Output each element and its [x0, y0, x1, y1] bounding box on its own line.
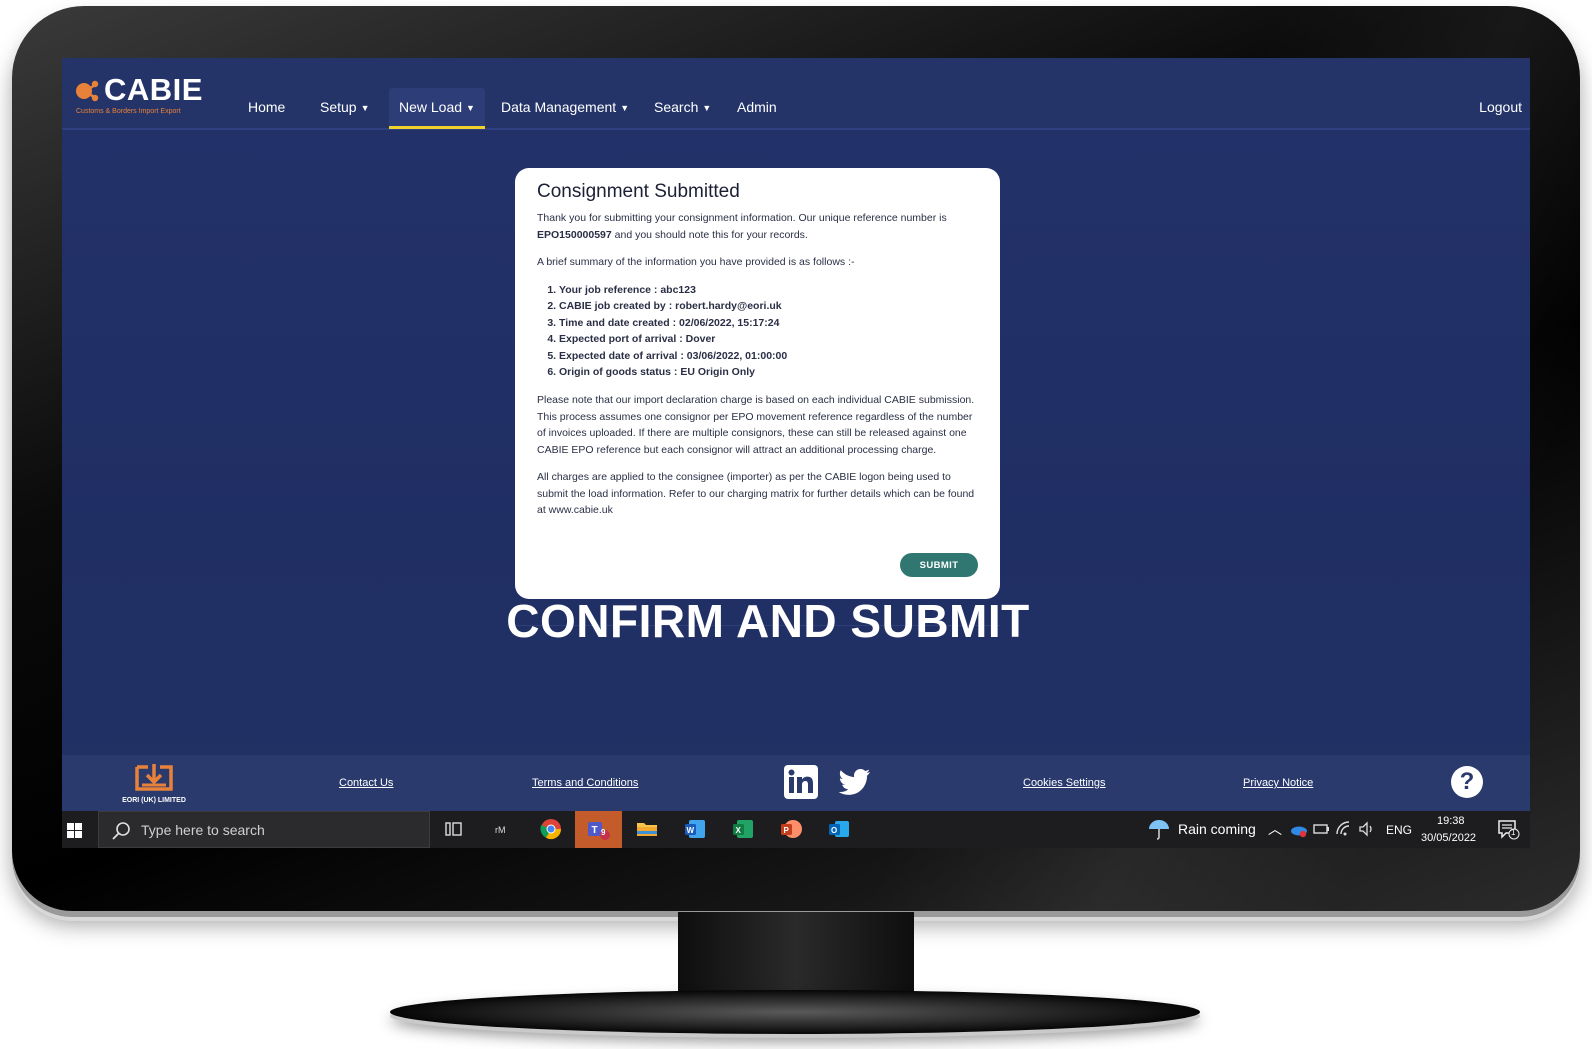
- chevron-up-icon[interactable]: ︿: [1268, 819, 1282, 839]
- cabie-logo[interactable]: CABIE Customs & Borders Import Export: [74, 72, 224, 116]
- svg-text:rM: rM: [495, 825, 506, 835]
- card-title: Consignment Submitted: [537, 181, 740, 202]
- logo-text: CABIE: [104, 72, 203, 107]
- wifi-icon[interactable]: [1335, 817, 1353, 841]
- terms-link[interactable]: Terms and Conditions: [532, 777, 638, 789]
- powerpoint-icon[interactable]: P: [779, 817, 803, 841]
- nav-search-label: Search: [654, 99, 699, 115]
- battery-icon[interactable]: [1312, 817, 1330, 841]
- logout-link[interactable]: Logout: [1479, 88, 1522, 126]
- privacy-notice-link[interactable]: Privacy Notice: [1243, 777, 1313, 789]
- nav-data-management[interactable]: Data Management ▼: [491, 88, 639, 126]
- linkedin-icon[interactable]: [784, 765, 818, 799]
- logo-mark-icon: [76, 80, 99, 102]
- svg-text:O: O: [831, 826, 837, 835]
- svg-text:T: T: [592, 825, 598, 836]
- nav-admin[interactable]: Admin: [727, 88, 787, 126]
- task-view-icon[interactable]: [443, 817, 467, 841]
- contact-us-link[interactable]: Contact Us: [339, 777, 393, 789]
- eori-logo[interactable]: EORI (UK) LIMITED: [114, 759, 194, 807]
- summary-intro: A brief summary of the information you h…: [537, 256, 855, 268]
- teams-icon[interactable]: T: [586, 817, 610, 841]
- svg-text:W: W: [687, 826, 695, 835]
- chrome-icon[interactable]: [539, 817, 563, 841]
- windows-start-button[interactable]: [62, 811, 98, 848]
- summary-item: Expected date of arrival : 03/06/2022, 0…: [559, 348, 978, 365]
- chevron-down-icon: ▼: [702, 103, 712, 113]
- summary-list: Your job reference : abc123 CABIE job cr…: [537, 282, 978, 382]
- nav-setup-label: Setup: [320, 99, 357, 115]
- nav-new-load[interactable]: New Load ▼: [389, 88, 485, 129]
- nav-setup[interactable]: Setup ▼: [310, 88, 380, 126]
- chevron-down-icon: ▼: [620, 103, 630, 113]
- clock-date[interactable]: 30/05/2022: [1421, 832, 1476, 844]
- word-icon[interactable]: W: [683, 817, 707, 841]
- summary-item: Your job reference : abc123: [559, 282, 978, 299]
- top-navbar: CABIE Customs & Borders Import Export Ho…: [62, 58, 1530, 130]
- confirm-and-submit-caption: CONFIRM AND SUBMIT: [506, 595, 1030, 647]
- summary-item: Expected port of arrival : Dover: [559, 331, 978, 348]
- twitter-icon[interactable]: [838, 765, 872, 799]
- cookies-settings-link[interactable]: Cookies Settings: [1023, 777, 1106, 789]
- intro-before: Thank you for submitting your consignmen…: [537, 212, 947, 224]
- taskbar-search-box[interactable]: Type here to search: [98, 811, 430, 848]
- summary-item: CABIE job created by : robert.hardy@eori…: [559, 298, 978, 315]
- screen: CABIE Customs & Borders Import Export Ho…: [62, 58, 1530, 848]
- consignment-submitted-card: Consignment Submitted Thank you for subm…: [515, 168, 1000, 599]
- search-placeholder: Type here to search: [141, 822, 265, 838]
- file-explorer-icon[interactable]: [635, 817, 659, 841]
- chevron-down-icon: ▼: [466, 103, 475, 113]
- nav-search[interactable]: Search ▼: [644, 88, 721, 126]
- nav-new-load-label: New Load: [399, 99, 463, 115]
- nav-home-label: Home: [248, 99, 286, 115]
- clock-time[interactable]: 19:38: [1437, 815, 1465, 827]
- search-icon: [112, 822, 130, 840]
- nav-data-management-label: Data Management: [501, 99, 617, 115]
- monitor-stand-base: [390, 990, 1200, 1034]
- weather-text[interactable]: Rain coming: [1178, 821, 1256, 837]
- chevron-down-icon: ▼: [360, 103, 370, 113]
- onedrive-icon[interactable]: [1290, 817, 1308, 841]
- umbrella-weather-icon[interactable]: [1147, 817, 1171, 841]
- app-icon[interactable]: rM: [491, 817, 515, 841]
- eori-logo-label: EORI (UK) LIMITED: [122, 797, 186, 804]
- windows-logo-icon: [67, 823, 82, 838]
- charge-note: Please note that our import declaration …: [537, 394, 975, 456]
- reference-number: EPO150000597: [537, 228, 612, 241]
- nav-home[interactable]: Home: [238, 88, 295, 126]
- teams-badge: 9: [601, 828, 606, 837]
- charges-applied-note: All charges are applied to the consignee…: [537, 471, 975, 517]
- submit-button[interactable]: SUBMIT: [900, 553, 978, 577]
- intro-after: and you should note this for your record…: [611, 228, 808, 241]
- outlook-icon[interactable]: O: [827, 817, 851, 841]
- summary-item: Time and date created : 02/06/2022, 15:1…: [559, 315, 978, 332]
- eori-logo-icon: [135, 764, 173, 791]
- language-indicator[interactable]: ENG: [1386, 823, 1412, 837]
- logo-subtitle: Customs & Borders Import Export: [76, 108, 181, 115]
- windows-taskbar: Type here to search rM T 9 W X P O Rain …: [62, 811, 1530, 848]
- help-icon[interactable]: ?: [1451, 766, 1483, 798]
- volume-icon[interactable]: [1358, 817, 1376, 841]
- summary-item: Origin of goods status : EU Origin Only: [559, 364, 978, 381]
- notification-icon[interactable]: [1496, 817, 1520, 841]
- nav-admin-label: Admin: [737, 99, 777, 115]
- svg-text:X: X: [736, 826, 742, 835]
- notification-count: 1: [1511, 828, 1516, 837]
- svg-text:P: P: [784, 826, 790, 835]
- intro-paragraph: Thank you for submitting your consignmen…: [537, 210, 978, 243]
- footer: EORI (UK) LIMITED Contact Us Terms and C…: [62, 755, 1530, 811]
- excel-icon[interactable]: X: [731, 817, 755, 841]
